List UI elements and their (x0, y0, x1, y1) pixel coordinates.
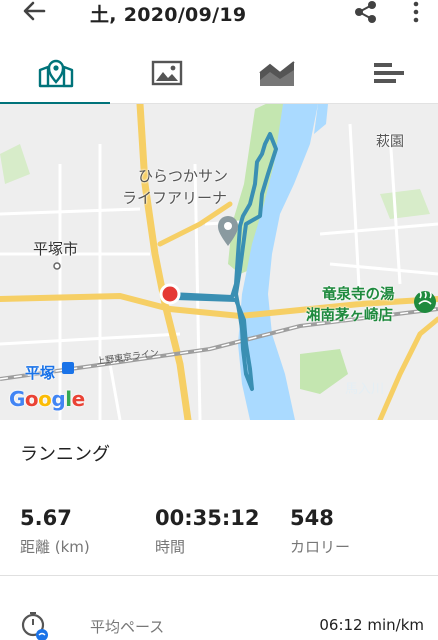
stat-calories: 548 カロリー (290, 505, 350, 557)
stat-distance: 5.67 距離 (km) (20, 505, 90, 557)
station-icon (62, 362, 74, 374)
route-map[interactable]: 萩園 ひらつかサン ライフアリーナ 平塚市 竜泉寺の湯 湘南茅ヶ崎店 上野東京ラ… (0, 104, 438, 420)
map-label-onsen-line2: 湘南茅ヶ崎店 (306, 308, 393, 324)
map-label-station: 平塚 (25, 364, 56, 382)
map-canvas (0, 104, 438, 420)
arrow-back-icon[interactable] (20, 0, 48, 24)
map-label-arena-line1: ひらつかサン (138, 167, 229, 185)
activity-type: ランニング (20, 444, 110, 465)
distance-label: 距離 (km) (20, 538, 90, 556)
tab-photos[interactable] (110, 40, 220, 104)
time-label: 時間 (155, 538, 186, 556)
onsen-icon (414, 291, 436, 313)
more-vert-icon[interactable] (408, 0, 424, 24)
pace-label: 平均ペース (90, 618, 165, 636)
divider (0, 575, 438, 576)
map-label-river: 馬入川 (345, 382, 385, 397)
map-icon (38, 59, 74, 88)
pace-row[interactable]: 平均ペース 06:12 min/km (0, 600, 438, 640)
tab-chart[interactable] (220, 40, 330, 104)
start-marker[interactable] (159, 283, 181, 305)
time-value: 00:35:12 (155, 506, 260, 530)
map-label-onsen-line1: 竜泉寺の湯 (322, 287, 395, 303)
tab-stats[interactable] (330, 40, 438, 104)
page-title: 土, 2020/09/19 (90, 4, 247, 26)
bar-list-icon (374, 63, 404, 83)
calories-label: カロリー (290, 538, 351, 556)
google-attribution: Google (9, 387, 85, 411)
city-dot (53, 262, 61, 270)
chart-icon (259, 61, 295, 86)
pace-value: 06:12 min/km (319, 616, 424, 634)
tab-bar (0, 40, 438, 105)
stat-time: 00:35:12 時間 (155, 505, 259, 557)
app-bar: 土, 2020/09/19 (0, 0, 438, 26)
stopwatch-icon (21, 612, 48, 640)
image-icon (151, 60, 183, 86)
calories-value: 548 (290, 506, 334, 530)
map-label-hagizono: 萩園 (376, 134, 404, 150)
map-label-arena-line2: ライフアリーナ (122, 189, 228, 207)
share-icon[interactable] (352, 0, 380, 24)
distance-value: 5.67 (20, 506, 72, 530)
map-label-city: 平塚市 (33, 240, 79, 258)
tab-map[interactable] (0, 40, 110, 105)
